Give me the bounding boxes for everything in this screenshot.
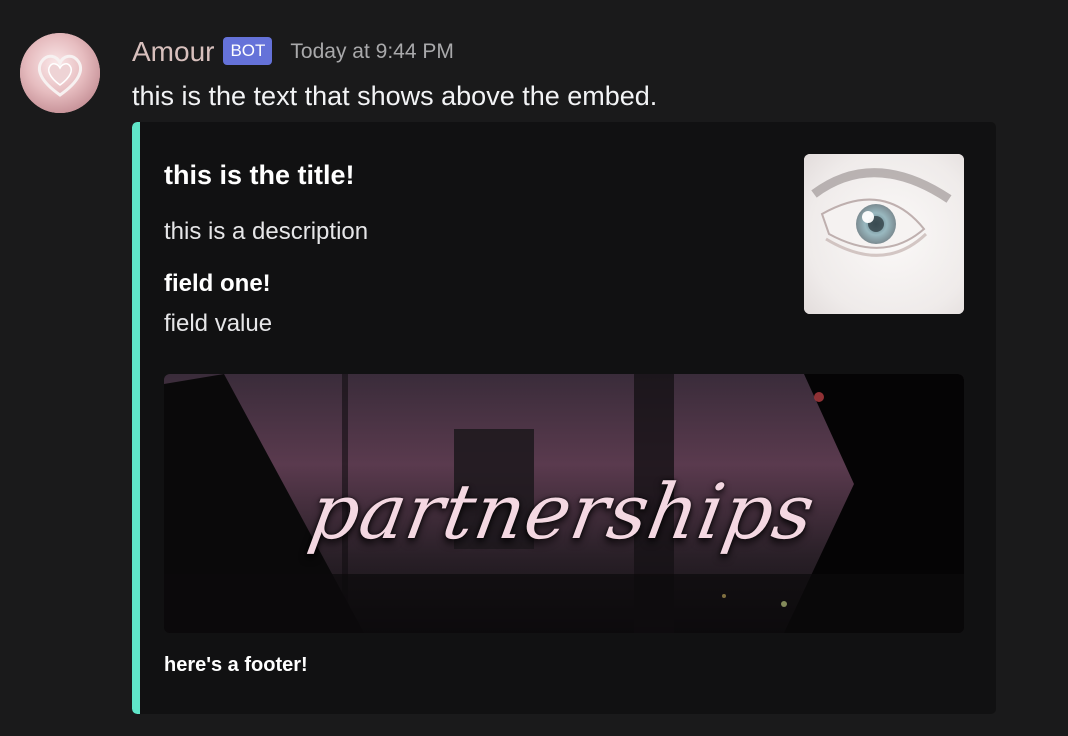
message-header: Amour BOT Today at 9:44 PM <box>132 34 454 70</box>
embed-description: this is a description <box>164 218 369 245</box>
embed-image[interactable]: partnerships <box>164 374 964 633</box>
embed-field-name: field one! <box>164 270 271 297</box>
eye-thumbnail-image <box>804 154 964 314</box>
author-name[interactable]: Amour <box>132 34 214 70</box>
bot-badge: BOT <box>223 37 273 65</box>
embed-thumbnail[interactable] <box>804 154 964 314</box>
embed-accent-bar <box>132 122 140 714</box>
rich-embed: this is the title! this is a description… <box>132 122 996 714</box>
message-content: this is the text that shows above the em… <box>132 81 658 111</box>
message-timestamp[interactable]: Today at 9:44 PM <box>290 34 453 70</box>
author-avatar[interactable] <box>20 33 100 113</box>
embed-title: this is the title! <box>164 160 355 190</box>
embed-field-value: field value <box>164 310 273 337</box>
banner-caption: partnerships <box>303 467 822 556</box>
heart-crest-avatar-icon <box>20 33 100 113</box>
embed-footer: here's a footer! <box>164 654 308 676</box>
